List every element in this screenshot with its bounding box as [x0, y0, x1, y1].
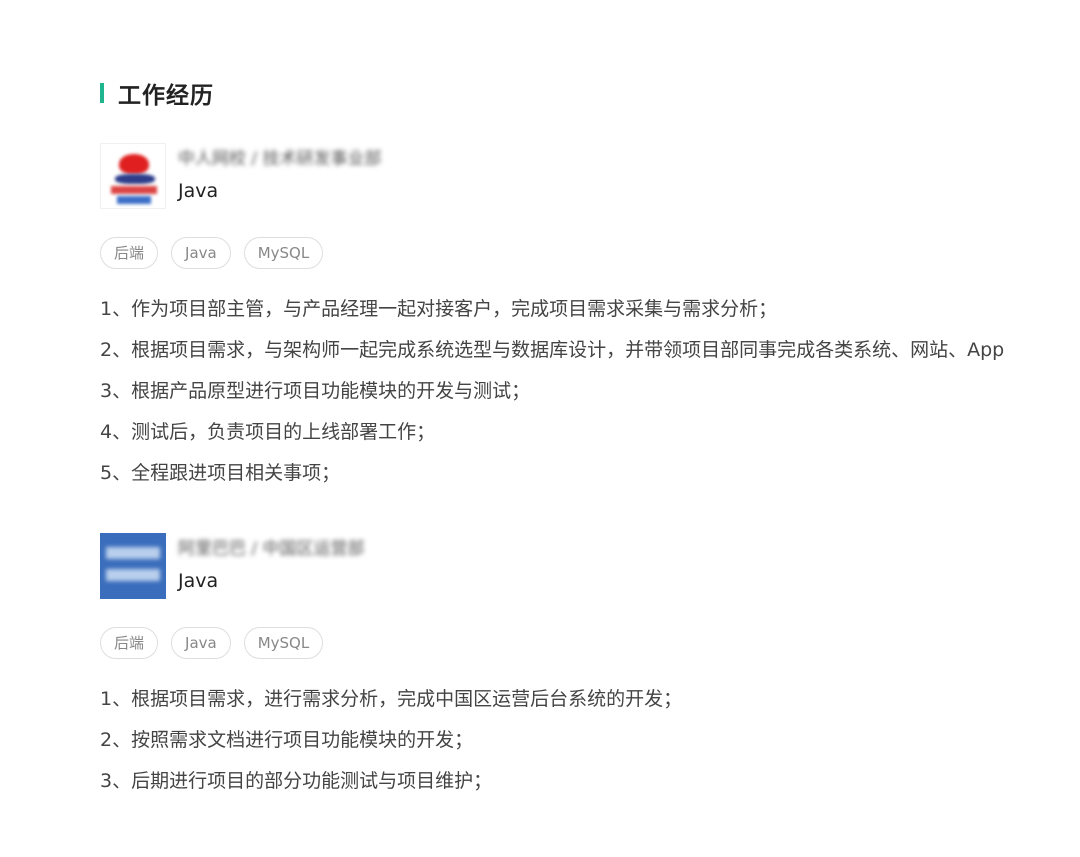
tag: 后端	[100, 237, 159, 269]
job-info: 阿里巴巴 / 中国区运营部 Java	[178, 533, 365, 593]
company-name: 阿里巴巴 / 中国区运营部	[178, 539, 365, 559]
job-position: Java	[178, 570, 219, 592]
tag-list: 后端 Java MySQL	[100, 627, 1060, 659]
duty-item: 3、后期进行项目的部分功能测试与项目维护；	[100, 770, 493, 792]
company-logo	[100, 143, 166, 209]
job-entry: 中人网校 / 技术研发事业部 Java 后端 Java MySQL 1、作为项目…	[100, 143, 1060, 494]
company-logo	[100, 533, 166, 599]
company-name: 中人网校 / 技术研发事业部	[178, 149, 382, 169]
section-accent-bar	[100, 83, 104, 103]
section-header: 工作经历	[100, 78, 1060, 109]
duty-item: 3、根据产品原型进行项目功能模块的开发与测试；	[100, 380, 531, 402]
job-entry: 阿里巴巴 / 中国区运营部 Java 后端 Java MySQL 1、根据项目需…	[100, 533, 1060, 802]
duty-item: 2、根据项目需求，与架构师一起完成系统选型与数据库设计，并带领项目部同事完成各类…	[100, 339, 1005, 361]
duty-item: 2、按照需求文档进行项目功能模块的开发；	[100, 729, 474, 751]
job-position: Java	[178, 180, 219, 202]
tag: 后端	[100, 627, 159, 659]
section-title: 工作经历	[118, 83, 214, 109]
tag-list: 后端 Java MySQL	[100, 237, 1060, 269]
job-info: 中人网校 / 技术研发事业部 Java	[178, 143, 382, 203]
duty-list: 1、作为项目部主管，与产品经理一起对接客户，完成项目需求采集与需求分析； 2、根…	[100, 289, 1060, 494]
duty-item: 1、作为项目部主管，与产品经理一起对接客户，完成项目需求采集与需求分析；	[100, 298, 778, 320]
tag: MySQL	[243, 627, 324, 659]
tag: MySQL	[243, 237, 324, 269]
duty-item: 5、全程跟进项目相关事项；	[100, 462, 341, 484]
job-header: 中人网校 / 技术研发事业部 Java	[100, 143, 1060, 211]
duty-item: 4、测试后，负责项目的上线部署工作；	[100, 421, 436, 443]
duty-list: 1、根据项目需求，进行需求分析，完成中国区运营后台系统的开发； 2、按照需求文档…	[100, 679, 1060, 802]
duty-item: 1、根据项目需求，进行需求分析，完成中国区运营后台系统的开发；	[100, 688, 683, 710]
tag: Java	[171, 627, 231, 659]
job-header: 阿里巴巴 / 中国区运营部 Java	[100, 533, 1060, 601]
work-experience-section: 工作经历 中人网校 / 技术研发事业部 Java 后端 Java MySQL 1…	[100, 78, 1060, 792]
tag: Java	[171, 237, 231, 269]
